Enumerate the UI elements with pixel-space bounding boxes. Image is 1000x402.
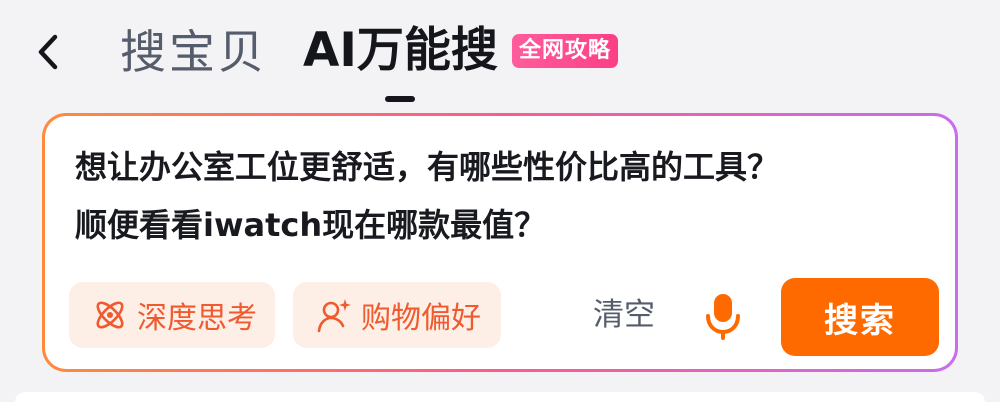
user-sparkle-icon bbox=[315, 295, 353, 335]
microphone-button[interactable] bbox=[703, 290, 743, 342]
search-button[interactable]: 搜索 bbox=[781, 278, 939, 356]
shopping-preference-chip[interactable]: 购物偏好 bbox=[293, 282, 501, 348]
microphone-icon bbox=[706, 294, 740, 340]
shopping-preference-label: 购物偏好 bbox=[361, 301, 481, 336]
clear-button[interactable]: 清空 bbox=[593, 293, 655, 337]
results-panel-top bbox=[15, 392, 985, 402]
query-textarea[interactable]: 想让办公室工位更舒适，有哪些性价比高的工具？ 顺便看看iwatch现在哪款最值？ bbox=[75, 138, 915, 254]
search-card: 想让办公室工位更舒适，有哪些性价比高的工具？ 顺便看看iwatch现在哪款最值？… bbox=[42, 113, 958, 372]
deep-thinking-chip[interactable]: 深度思考 bbox=[69, 282, 275, 348]
tab-search-products[interactable]: 搜宝贝 bbox=[120, 22, 267, 82]
query-line-1: 想让办公室工位更舒适，有哪些性价比高的工具？ bbox=[75, 148, 780, 186]
search-card-body: 想让办公室工位更舒适，有哪些性价比高的工具？ 顺便看看iwatch现在哪款最值？… bbox=[45, 116, 955, 369]
deep-thinking-label: 深度思考 bbox=[137, 301, 257, 336]
tab-ai-search[interactable]: AI万能搜 bbox=[303, 20, 498, 82]
back-button[interactable] bbox=[28, 28, 68, 76]
atom-icon bbox=[91, 295, 129, 335]
query-line-2: 顺便看看iwatch现在哪款最值？ bbox=[75, 206, 547, 244]
promo-badge: 全网攻略 bbox=[512, 34, 619, 68]
chevron-left-icon bbox=[38, 34, 58, 70]
active-tab-indicator bbox=[385, 96, 415, 102]
